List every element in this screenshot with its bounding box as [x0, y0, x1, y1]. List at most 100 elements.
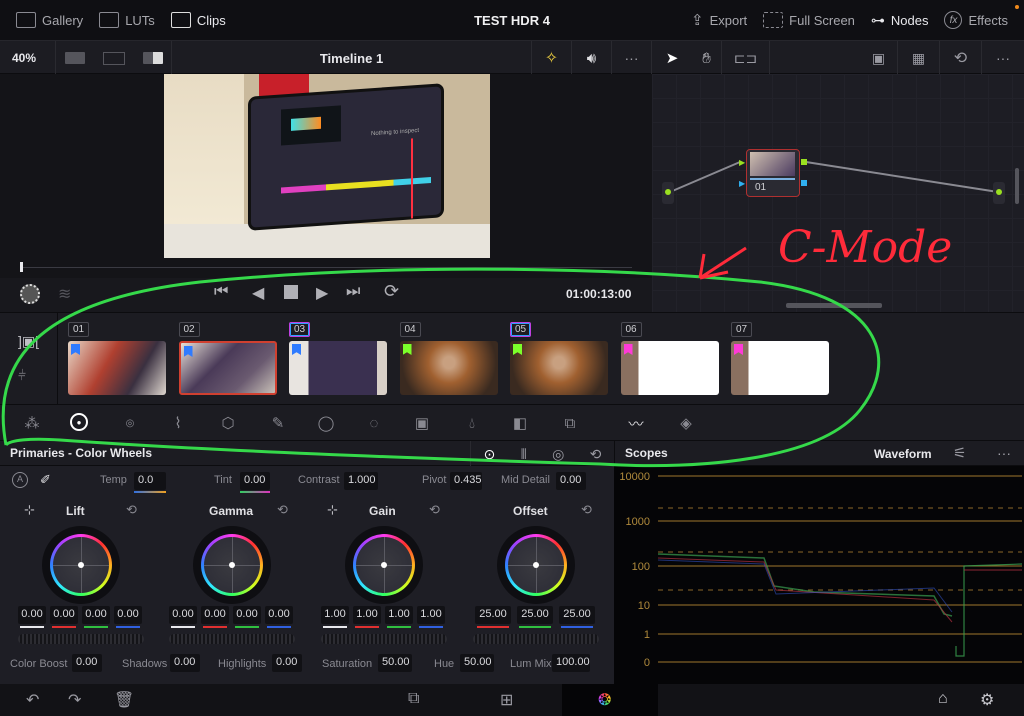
clip-03[interactable]: 03: [289, 321, 387, 395]
color-match-icon[interactable]: ⁂: [22, 413, 42, 433]
gamma-value-1[interactable]: 0.00: [201, 606, 229, 624]
gamma-value-0[interactable]: 0.00: [169, 606, 197, 624]
scopes-icon[interactable]: 〰: [626, 413, 646, 433]
tint-field[interactable]: 0.00: [240, 472, 270, 490]
lift-value-0[interactable]: 0.00: [18, 606, 46, 624]
undo-icon[interactable]: ↶: [26, 690, 39, 710]
offset-value-1[interactable]: 25.00: [517, 606, 553, 624]
stop-icon[interactable]: [284, 285, 298, 299]
gamma-wheel[interactable]: [193, 526, 271, 604]
clip-thumbnail[interactable]: [68, 341, 166, 395]
clip-thumbnail[interactable]: [620, 341, 719, 395]
layers-icon[interactable]: ≋: [58, 284, 71, 304]
gain-reset-icon[interactable]: ⟲: [429, 502, 440, 518]
viewer-more-icon[interactable]: ···: [612, 41, 652, 75]
play-reverse-icon[interactable]: ◀: [252, 283, 264, 303]
gamma-master-wheel[interactable]: [169, 634, 295, 644]
lift-wheel[interactable]: [42, 526, 120, 604]
fullscreen-button[interactable]: Full Screen: [763, 12, 855, 28]
node-rgb-output[interactable]: [801, 159, 807, 165]
clip-06[interactable]: 06: [620, 321, 719, 395]
offset-value-2[interactable]: 25.00: [559, 606, 595, 624]
tracker-icon[interactable]: ◌: [364, 413, 384, 433]
grid-view-icon[interactable]: [102, 51, 125, 65]
node-graph[interactable]: 01 ▶ ▶: [652, 74, 1024, 312]
gain-wheel[interactable]: [345, 526, 423, 604]
home-icon[interactable]: ⌂: [938, 690, 948, 708]
gain-master-wheel[interactable]: [321, 634, 447, 644]
skip-end-icon[interactable]: ⏭: [346, 283, 360, 301]
clip-thumbnail[interactable]: [399, 341, 498, 395]
play-icon[interactable]: ▶: [316, 283, 328, 303]
gain-value-0[interactable]: 1.00: [321, 606, 349, 624]
saturation-field[interactable]: 50.00: [378, 654, 412, 672]
wheel-handle[interactable]: [381, 562, 387, 568]
node-vscrollbar[interactable]: [1015, 168, 1019, 204]
lift-reset-icon[interactable]: ⟲: [126, 502, 137, 518]
lift-value-3[interactable]: 0.00: [114, 606, 142, 624]
export-button[interactable]: ⇪ Export: [691, 11, 747, 29]
shadows-field[interactable]: 0.00: [170, 654, 200, 672]
clip-02[interactable]: 02: [178, 321, 277, 395]
skip-start-icon[interactable]: ⏮: [214, 283, 228, 301]
qualifier-icon[interactable]: ✎: [268, 413, 288, 433]
scope-settings-icon[interactable]: ⚟: [953, 444, 966, 462]
nodes-button[interactable]: ⊶ Nodes: [871, 12, 929, 29]
input-node[interactable]: [662, 182, 674, 204]
key-icon[interactable]: ◧: [510, 413, 530, 433]
gamma-value-2[interactable]: 0.00: [233, 606, 261, 624]
log-wheels-mode-icon[interactable]: ◎: [552, 446, 564, 463]
lift-master-wheel[interactable]: [18, 634, 144, 644]
color-wheels-icon[interactable]: ●: [70, 413, 88, 431]
cut-page-icon[interactable]: ⧉: [408, 690, 419, 708]
clip-07[interactable]: 07: [731, 321, 829, 395]
pointer-tool-icon[interactable]: ➤: [652, 41, 692, 75]
keyframes-icon[interactable]: ◈: [676, 413, 696, 433]
window-icon[interactable]: ◯: [316, 413, 336, 433]
timeline-selector[interactable]: Timeline 1: [172, 41, 532, 75]
wheel-handle[interactable]: [229, 562, 235, 568]
luts-button[interactable]: LUTs: [99, 12, 155, 28]
clip-thumbnail[interactable]: [289, 341, 387, 395]
wheel-handle[interactable]: [533, 562, 539, 568]
primaries-reset-icon[interactable]: ⟲: [590, 446, 602, 463]
split-view-icon[interactable]: [64, 52, 85, 64]
clip-thumbnail[interactable]: [178, 341, 277, 395]
hdr-wheels-icon[interactable]: ◎: [120, 413, 140, 433]
gain-value-2[interactable]: 1.00: [385, 606, 413, 624]
node-image-icon[interactable]: ▣: [860, 41, 898, 75]
pivot-field[interactable]: 0.435: [450, 472, 482, 490]
timeline-view-icon[interactable]: ⫩: [18, 367, 26, 384]
magic-mask-tool-icon[interactable]: ▣: [412, 413, 432, 433]
gain-picker-icon[interactable]: ⊹: [327, 502, 338, 518]
clip-01[interactable]: 01: [68, 321, 166, 395]
blur-icon[interactable]: 💧︎: [462, 413, 482, 433]
scopes-more-icon[interactable]: ···: [997, 445, 1011, 461]
lum-mix-field[interactable]: 100.00: [552, 654, 590, 672]
primaries-wheels-mode-icon[interactable]: ⊙: [484, 446, 496, 463]
mid-detail-field[interactable]: 0.00: [556, 472, 586, 490]
hand-tool-icon[interactable]: ✋︎: [692, 41, 722, 75]
output-node[interactable]: [993, 182, 1005, 204]
node-grid-icon[interactable]: ▦: [898, 41, 940, 75]
node-rgb-input[interactable]: ▶: [739, 158, 745, 167]
scope-mode-dropdown[interactable]: Waveform: [874, 447, 932, 461]
temp-field[interactable]: 0.0: [134, 472, 166, 490]
highlights-field[interactable]: 0.00: [272, 654, 302, 672]
wipe-icon[interactable]: [142, 52, 163, 64]
gamma-reset-icon[interactable]: ⟲: [277, 502, 288, 518]
eyedropper-icon[interactable]: ✐: [40, 472, 51, 488]
loop-icon[interactable]: ⟳: [384, 281, 399, 302]
gain-value-3[interactable]: 1.00: [417, 606, 445, 624]
settings-icon[interactable]: ⚙: [980, 690, 994, 710]
video-frame[interactable]: Nothing to inspect: [164, 74, 490, 258]
gain-value-1[interactable]: 1.00: [353, 606, 381, 624]
node-key-output[interactable]: [801, 180, 807, 186]
edit-page-icon[interactable]: ⊞: [500, 690, 513, 710]
lift-picker-icon[interactable]: ⊹: [24, 502, 35, 518]
curves-icon[interactable]: ⌇: [168, 413, 188, 433]
clip-05[interactable]: 05: [510, 321, 608, 395]
contrast-field[interactable]: 1.000: [344, 472, 378, 490]
highlight-mode-icon[interactable]: [20, 284, 40, 304]
clip-thumbnail[interactable]: [510, 341, 608, 395]
